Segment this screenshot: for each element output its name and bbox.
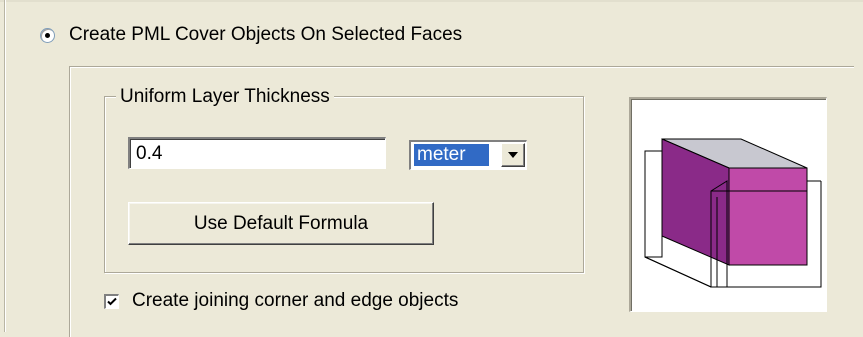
chevron-down-icon bbox=[508, 152, 518, 158]
cover-mode-label: Create PML Cover Objects On Selected Fac… bbox=[69, 24, 463, 45]
radio-selected-dot bbox=[45, 32, 50, 38]
use-default-formula-button[interactable]: Use Default Formula bbox=[128, 202, 434, 245]
thickness-input[interactable] bbox=[128, 137, 386, 169]
thickness-group bbox=[104, 96, 584, 273]
cover-edge-1 bbox=[644, 256, 712, 288]
left-divider-highlight bbox=[5, 0, 6, 332]
cover-mode-radio[interactable] bbox=[40, 27, 55, 43]
use-default-formula-label: Use Default Formula bbox=[193, 212, 369, 234]
thickness-group-title: Uniform Layer Thickness bbox=[116, 86, 334, 108]
cover-mode-radio-row[interactable]: Create PML Cover Objects On Selected Fac… bbox=[40, 22, 462, 48]
pml-cube-preview-icon bbox=[629, 97, 827, 312]
cube-front-face bbox=[728, 167, 808, 266]
unit-dropdown-button[interactable] bbox=[501, 143, 525, 167]
unit-select-value: meter bbox=[414, 144, 489, 166]
joining-objects-checkbox[interactable] bbox=[104, 293, 119, 309]
cover-outline-back bbox=[644, 150, 663, 258]
joining-objects-label: Create joining corner and edge objects bbox=[132, 290, 459, 311]
unit-select[interactable]: meter bbox=[409, 140, 527, 170]
checkmark-icon bbox=[107, 297, 117, 305]
top-divider bbox=[0, 0, 863, 2]
joining-objects-row[interactable]: Create joining corner and edge objects bbox=[104, 288, 458, 314]
